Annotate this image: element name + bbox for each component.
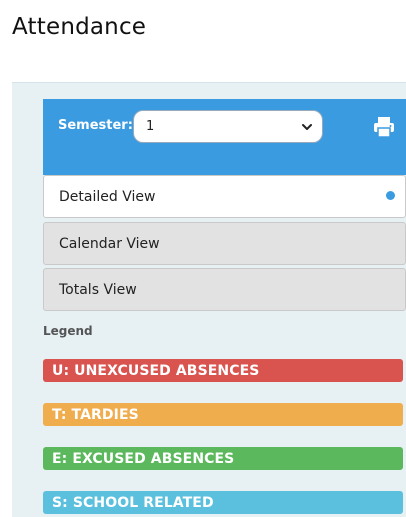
legend-item-school-related: S: SCHOOL RELATED xyxy=(43,491,403,514)
semester-bar: Semester: 1 xyxy=(43,99,406,175)
semester-select[interactable]: 1 xyxy=(133,110,323,143)
view-totals-label: Totals View xyxy=(59,281,137,298)
legend-item-label: U: UNEXCUSED ABSENCES xyxy=(52,362,260,379)
active-indicator-dot xyxy=(386,191,395,200)
legend-item-label: T: TARDIES xyxy=(52,406,139,423)
view-totals[interactable]: Totals View xyxy=(43,268,406,311)
legend-heading: Legend xyxy=(43,324,93,338)
semester-label: Semester: xyxy=(58,118,133,133)
legend-item-unexcused: U: UNEXCUSED ABSENCES xyxy=(43,359,403,382)
attendance-panel: Semester: 1 Detailed View Calendar View … xyxy=(12,82,406,517)
page-title: Attendance xyxy=(12,14,147,40)
legend-item-label: S: SCHOOL RELATED xyxy=(52,494,214,511)
printer-icon[interactable] xyxy=(372,115,396,139)
view-detailed[interactable]: Detailed View xyxy=(43,175,406,218)
view-detailed-label: Detailed View xyxy=(59,188,156,205)
semester-select-value: 1 xyxy=(146,119,155,134)
legend-item-tardies: T: TARDIES xyxy=(43,403,403,426)
legend-item-excused: E: EXCUSED ABSENCES xyxy=(43,447,403,470)
chevron-down-icon xyxy=(302,124,312,130)
legend-item-label: E: EXCUSED ABSENCES xyxy=(52,450,235,467)
view-calendar-label: Calendar View xyxy=(59,235,160,252)
view-calendar[interactable]: Calendar View xyxy=(43,222,406,265)
